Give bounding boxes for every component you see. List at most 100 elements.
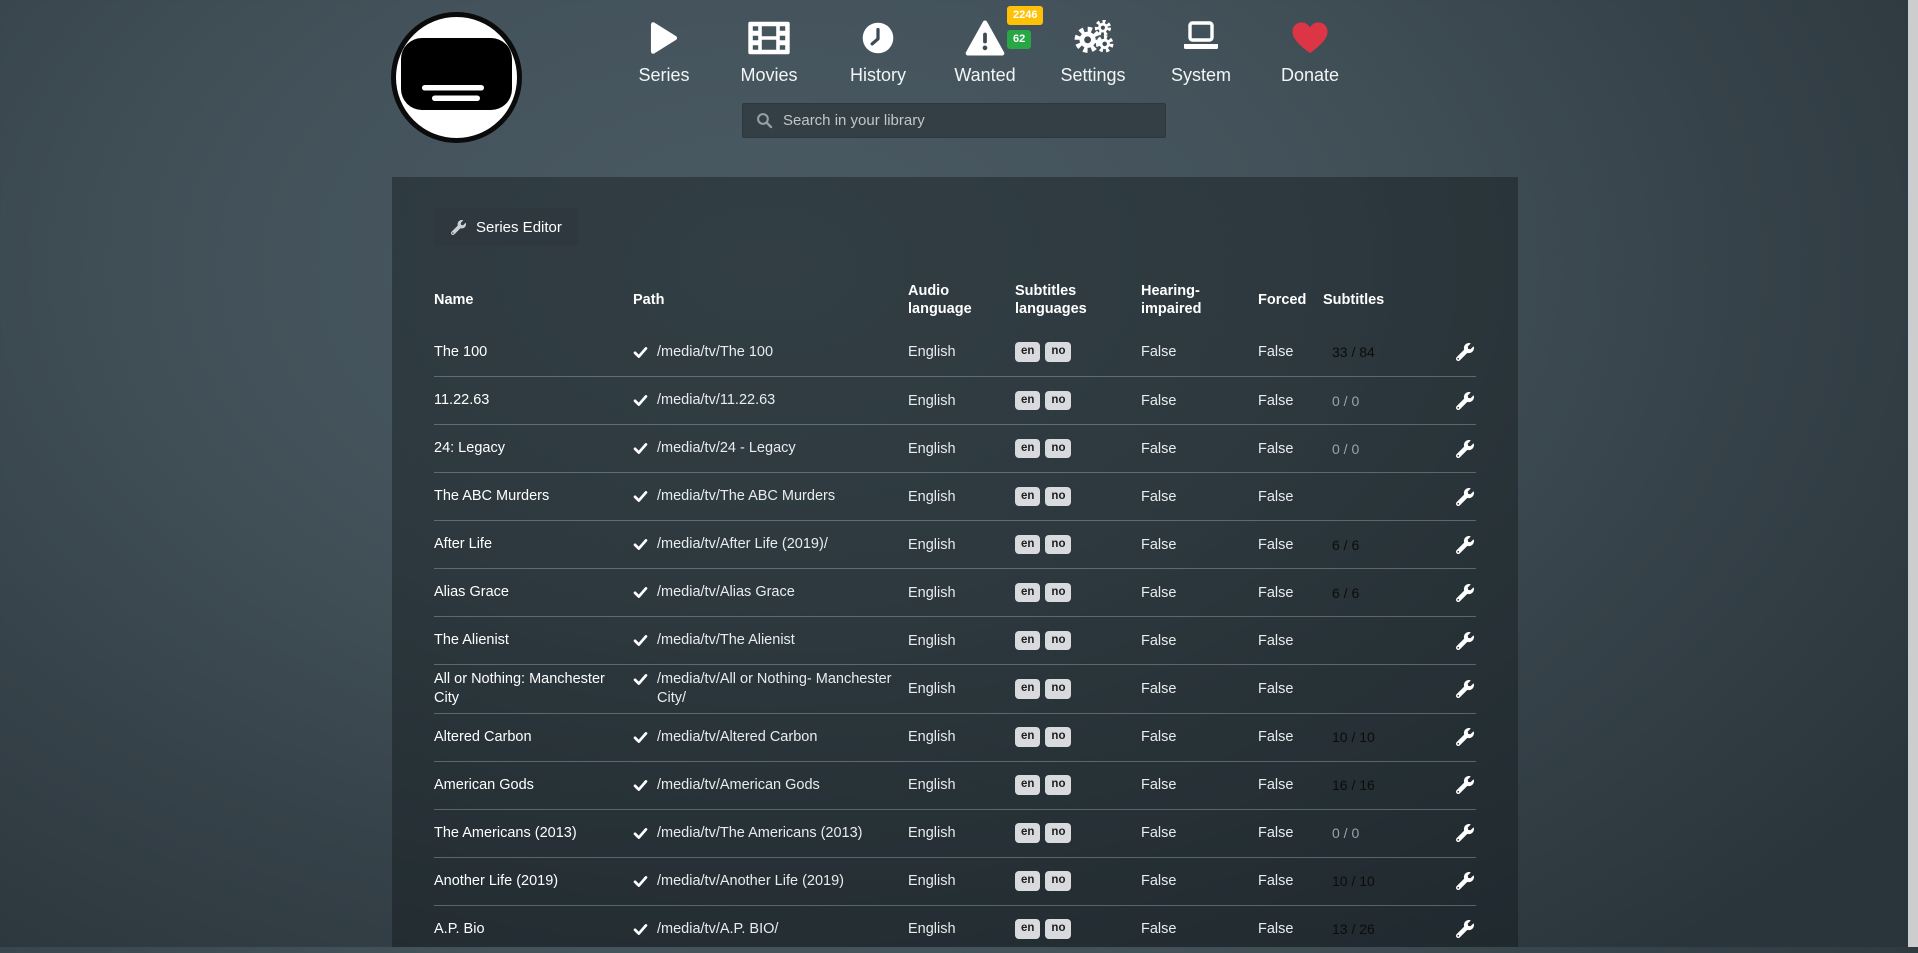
series-name[interactable]: 24: Legacy [434, 439, 633, 458]
wrench-icon[interactable] [1456, 632, 1474, 650]
check-icon [633, 922, 648, 937]
language-badge: no [1045, 631, 1071, 651]
series-path: /media/tv/Altered Carbon [633, 728, 908, 747]
wrench-icon[interactable] [1456, 488, 1474, 506]
series-name[interactable]: All or Nothing: Manchester City [434, 670, 633, 708]
series-name[interactable]: The ABC Murders [434, 487, 633, 506]
wrench-icon[interactable] [1456, 584, 1474, 602]
series-path: /media/tv/The ABC Murders [633, 487, 908, 506]
forced-value: False [1258, 441, 1323, 457]
path-text: /media/tv/The Americans (2013) [657, 824, 863, 843]
table-header: NamePathAudio languageSubtitles language… [434, 272, 1476, 328]
row-actions [1449, 872, 1476, 890]
series-name[interactable]: American Gods [434, 776, 633, 795]
language-badge: no [1045, 727, 1071, 747]
wrench-icon[interactable] [1456, 824, 1474, 842]
path-text: /media/tv/Another Life (2019) [657, 872, 844, 891]
wrench-icon[interactable] [1456, 872, 1474, 890]
series-path: /media/tv/24 - Legacy [633, 439, 908, 458]
row-actions [1449, 728, 1476, 746]
top-header: SeriesMoviesHistory224662WantedSettingsS… [0, 0, 1918, 177]
wrench-icon[interactable] [1456, 536, 1474, 554]
hearing-impaired-value: False [1141, 489, 1258, 505]
language-badge: en [1015, 391, 1040, 411]
series-path: /media/tv/11.22.63 [633, 391, 908, 410]
subtitles-languages: enno [1015, 535, 1141, 555]
hearing-impaired-value: False [1141, 921, 1258, 937]
audio-language: English [908, 393, 1015, 409]
language-badge: no [1045, 823, 1071, 843]
wrench-icon[interactable] [1456, 776, 1474, 794]
path-text: /media/tv/American Gods [657, 776, 820, 795]
column-header-name: Name [434, 291, 633, 310]
forced-value: False [1258, 489, 1323, 505]
table-row: Alias Grace/media/tv/Alias GraceEnglishe… [434, 568, 1476, 616]
audio-language: English [908, 777, 1015, 793]
path-text: /media/tv/A.P. BIO/ [657, 920, 778, 939]
series-path: /media/tv/The 100 [633, 343, 908, 362]
audio-language: English [908, 633, 1015, 649]
path-text: /media/tv/The ABC Murders [657, 487, 835, 506]
series-editor-button[interactable]: Series Editor [434, 208, 579, 246]
wrench-icon[interactable] [1456, 440, 1474, 458]
audio-language: English [908, 585, 1015, 601]
check-icon [633, 441, 648, 456]
wrench-icon[interactable] [1456, 920, 1474, 938]
table-row: 11.22.63/media/tv/11.22.63EnglishennoFal… [434, 376, 1476, 424]
subtitles-languages: enno [1015, 391, 1141, 411]
subtitles-languages: enno [1015, 487, 1141, 507]
table-row: The 100/media/tv/The 100EnglishennoFalse… [434, 328, 1476, 376]
check-icon [633, 730, 648, 745]
wrench-icon[interactable] [1456, 680, 1474, 698]
check-icon [633, 778, 648, 793]
series-name[interactable]: The 100 [434, 343, 633, 362]
series-name[interactable]: The Americans (2013) [434, 824, 633, 843]
wrench-icon [451, 220, 466, 235]
forced-value: False [1258, 681, 1323, 697]
path-text: /media/tv/After Life (2019)/ [657, 535, 828, 554]
forced-value: False [1258, 633, 1323, 649]
search-box [742, 103, 1166, 138]
column-header-audio: Audio language [908, 282, 1015, 318]
series-name[interactable]: Alias Grace [434, 583, 633, 602]
path-text: /media/tv/All or Nothing- Manchester Cit… [657, 670, 894, 708]
wrench-icon[interactable] [1456, 343, 1474, 361]
language-badge: en [1015, 871, 1040, 891]
search-input[interactable] [783, 112, 1165, 129]
row-actions [1449, 632, 1476, 650]
table-row: Altered Carbon/media/tv/Altered CarbonEn… [434, 713, 1476, 761]
check-icon [633, 826, 648, 841]
path-text: /media/tv/The Alienist [657, 631, 795, 650]
series-name[interactable]: Altered Carbon [434, 728, 633, 747]
column-header-langs: Subtitles languages [1015, 282, 1141, 318]
subtitles-languages: enno [1015, 775, 1141, 795]
series-name[interactable]: A.P. Bio [434, 920, 633, 939]
wrench-icon[interactable] [1456, 392, 1474, 410]
row-actions [1449, 343, 1476, 361]
series-name[interactable]: 11.22.63 [434, 391, 633, 410]
check-icon [633, 672, 648, 687]
series-path: /media/tv/All or Nothing- Manchester Cit… [633, 670, 908, 708]
subtitles-languages: enno [1015, 871, 1141, 891]
check-icon [633, 633, 648, 648]
language-badge: en [1015, 535, 1040, 555]
series-name[interactable]: The Alienist [434, 631, 633, 650]
nav-label: Donate [1281, 65, 1339, 86]
language-badge: en [1015, 919, 1040, 939]
wrench-icon[interactable] [1456, 728, 1474, 746]
audio-language: English [908, 537, 1015, 553]
table-row: American Gods/media/tv/American Gods Engl… [434, 761, 1476, 809]
table-row: A.P. Bio/media/tv/A.P. BIO/EnglishennoFa… [434, 905, 1476, 953]
hearing-impaired-value: False [1141, 585, 1258, 601]
column-header-hearing: Hearing-impaired [1141, 282, 1258, 318]
series-name[interactable]: After Life [434, 535, 633, 554]
row-actions [1449, 440, 1476, 458]
nav-item-donate[interactable]: Donate [1160, 16, 1460, 86]
subtitles-languages: enno [1015, 342, 1141, 362]
series-name[interactable]: Another Life (2019) [434, 872, 633, 891]
audio-language: English [908, 489, 1015, 505]
table-row: The Americans (2013) /media/tv/The Americ… [434, 809, 1476, 857]
language-badge: en [1015, 583, 1040, 603]
bazarr-logo[interactable] [389, 10, 524, 145]
content-panel: Series Editor NamePathAudio languageSubt… [392, 177, 1518, 947]
